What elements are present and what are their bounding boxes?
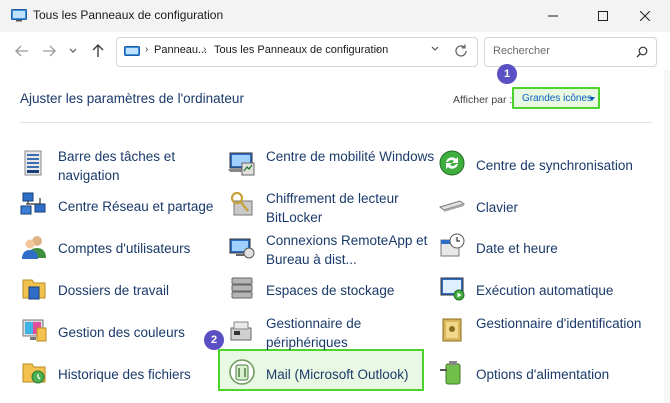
item-label[interactable]: Connexions RemoteApp et Bureau à dist... (266, 231, 436, 269)
caret-down-icon (589, 97, 595, 101)
item-keyboard[interactable]: Clavier (438, 189, 638, 229)
item-label[interactable]: Espaces de stockage (266, 281, 436, 300)
breadcrumb-separator-icon: › (203, 44, 207, 55)
item-credential-manager[interactable]: Gestionnaire d'identification (438, 314, 641, 354)
sync-center-icon (439, 150, 465, 176)
item-user-accounts[interactable]: Comptes d'utilisateurs (20, 230, 220, 270)
item-taskbar[interactable]: Barre des tâches et navigation (20, 147, 220, 187)
item-label[interactable]: Centre Réseau et partage (58, 197, 228, 216)
arrow-right-icon (43, 45, 56, 57)
chevron-down-icon (69, 48, 77, 53)
item-label[interactable]: Dossiers de travail (58, 281, 228, 300)
item-work-folders[interactable]: Dossiers de travail (20, 272, 220, 312)
power-options-icon (440, 361, 461, 385)
navigation-bar: › Panneau... › Tous les Panneaux de conf… (0, 32, 670, 70)
minimize-icon (548, 15, 558, 17)
breadcrumb-separator-icon: › (376, 44, 380, 55)
item-bitlocker[interactable]: Chiffrement de lecteur BitLocker (228, 189, 428, 229)
step-badge: 1 (497, 64, 517, 84)
remoteapp-icon (229, 238, 255, 259)
item-label[interactable]: Gestion des couleurs (58, 323, 228, 342)
item-remoteapp[interactable]: Connexions RemoteApp et Bureau à dist... (228, 231, 428, 271)
item-device-manager[interactable]: Gestionnaire de périphériques (228, 314, 428, 354)
item-autoplay[interactable]: Exécution automatique (438, 272, 638, 312)
maximize-icon (598, 11, 608, 21)
breadcrumb-item[interactable]: Panneau... (154, 44, 207, 56)
chevron-down-icon[interactable] (431, 44, 439, 54)
item-label[interactable]: Gestionnaire de périphériques (266, 314, 436, 352)
item-label[interactable]: Options d'alimentation (476, 365, 646, 384)
taskbar-icon (24, 150, 42, 176)
item-storage-spaces[interactable]: Espaces de stockage (228, 272, 428, 312)
item-label[interactable]: Centre de mobilité Windows (266, 147, 436, 166)
search-icon (636, 46, 648, 58)
close-button[interactable] (622, 0, 668, 32)
maximize-button[interactable] (580, 0, 626, 32)
item-network[interactable]: Centre Réseau et partage (20, 188, 220, 228)
control-panel-icon (124, 46, 140, 56)
network-icon (20, 192, 46, 215)
device-manager-icon (230, 321, 252, 341)
item-mail-outlook[interactable]: Mail (Microsoft Outlook) (228, 356, 428, 396)
breadcrumb-separator-icon: › (145, 44, 149, 55)
search-box[interactable]: Rechercher (484, 37, 657, 67)
item-file-history[interactable]: Historique des fichiers (20, 356, 220, 396)
title-bar: Tous les Panneaux de configuration (0, 0, 670, 33)
item-label[interactable]: Centre de synchronisation (476, 156, 646, 175)
storage-spaces-icon (231, 277, 253, 299)
item-label[interactable]: Exécution automatique (476, 281, 646, 300)
autoplay-icon (440, 277, 465, 301)
item-label[interactable]: Historique des fichiers (58, 365, 228, 384)
users-icon (22, 236, 46, 259)
view-by-dropdown[interactable]: Grandes icônes (512, 87, 600, 109)
control-panel-window: Tous les Panneaux de configuration › Pan… (0, 0, 670, 403)
mail-outlook-icon (229, 359, 255, 385)
item-color-management[interactable]: Gestion des couleurs (20, 314, 220, 354)
item-label[interactable]: Chiffrement de lecteur BitLocker (266, 189, 436, 227)
recent-locations-button[interactable] (63, 41, 83, 61)
item-power-options[interactable]: Options d'alimentation (438, 356, 638, 396)
arrow-left-icon (15, 45, 28, 57)
item-label[interactable]: Gestionnaire d'identification (476, 314, 646, 333)
close-icon (640, 11, 650, 21)
bitlocker-icon (230, 191, 253, 216)
item-label[interactable]: Date et heure (476, 239, 646, 258)
item-label[interactable]: Mail (Microsoft Outlook) (266, 365, 436, 384)
back-button[interactable] (12, 41, 32, 61)
color-management-icon (22, 319, 47, 342)
minimize-button[interactable] (530, 0, 576, 32)
clock-icon (440, 233, 465, 257)
credential-manager-icon (442, 318, 462, 342)
arrow-up-icon (92, 44, 104, 57)
item-mobility-center[interactable]: Centre de mobilité Windows (228, 147, 434, 187)
item-label[interactable]: Comptes d'utilisateurs (58, 239, 228, 258)
search-input[interactable]: Rechercher (493, 45, 550, 57)
item-label[interactable]: Clavier (476, 198, 646, 217)
view-by-label: Afficher par : (453, 94, 513, 106)
divider (20, 122, 652, 123)
file-history-icon (22, 363, 46, 384)
item-label[interactable]: Barre des tâches et navigation (58, 147, 228, 185)
view-by-value: Grandes icônes (522, 93, 593, 104)
scrollbar[interactable] (664, 70, 670, 403)
item-date-time[interactable]: Date et heure (438, 230, 638, 270)
breadcrumb-item[interactable]: Tous les Panneaux de configuration (214, 44, 388, 56)
mobility-center-icon (228, 152, 255, 176)
up-button[interactable] (88, 41, 108, 61)
work-folders-icon (22, 279, 46, 300)
item-sync-center[interactable]: Centre de synchronisation (438, 147, 638, 187)
control-panel-icon (11, 9, 27, 22)
keyboard-icon (438, 200, 466, 212)
address-bar[interactable]: › Panneau... › Tous les Panneaux de conf… (116, 37, 478, 67)
window-title: Tous les Panneaux de configuration (33, 8, 224, 22)
refresh-icon[interactable] (453, 43, 469, 59)
forward-button[interactable] (39, 41, 59, 61)
page-title: Ajuster les paramètres de l'ordinateur (20, 91, 244, 106)
